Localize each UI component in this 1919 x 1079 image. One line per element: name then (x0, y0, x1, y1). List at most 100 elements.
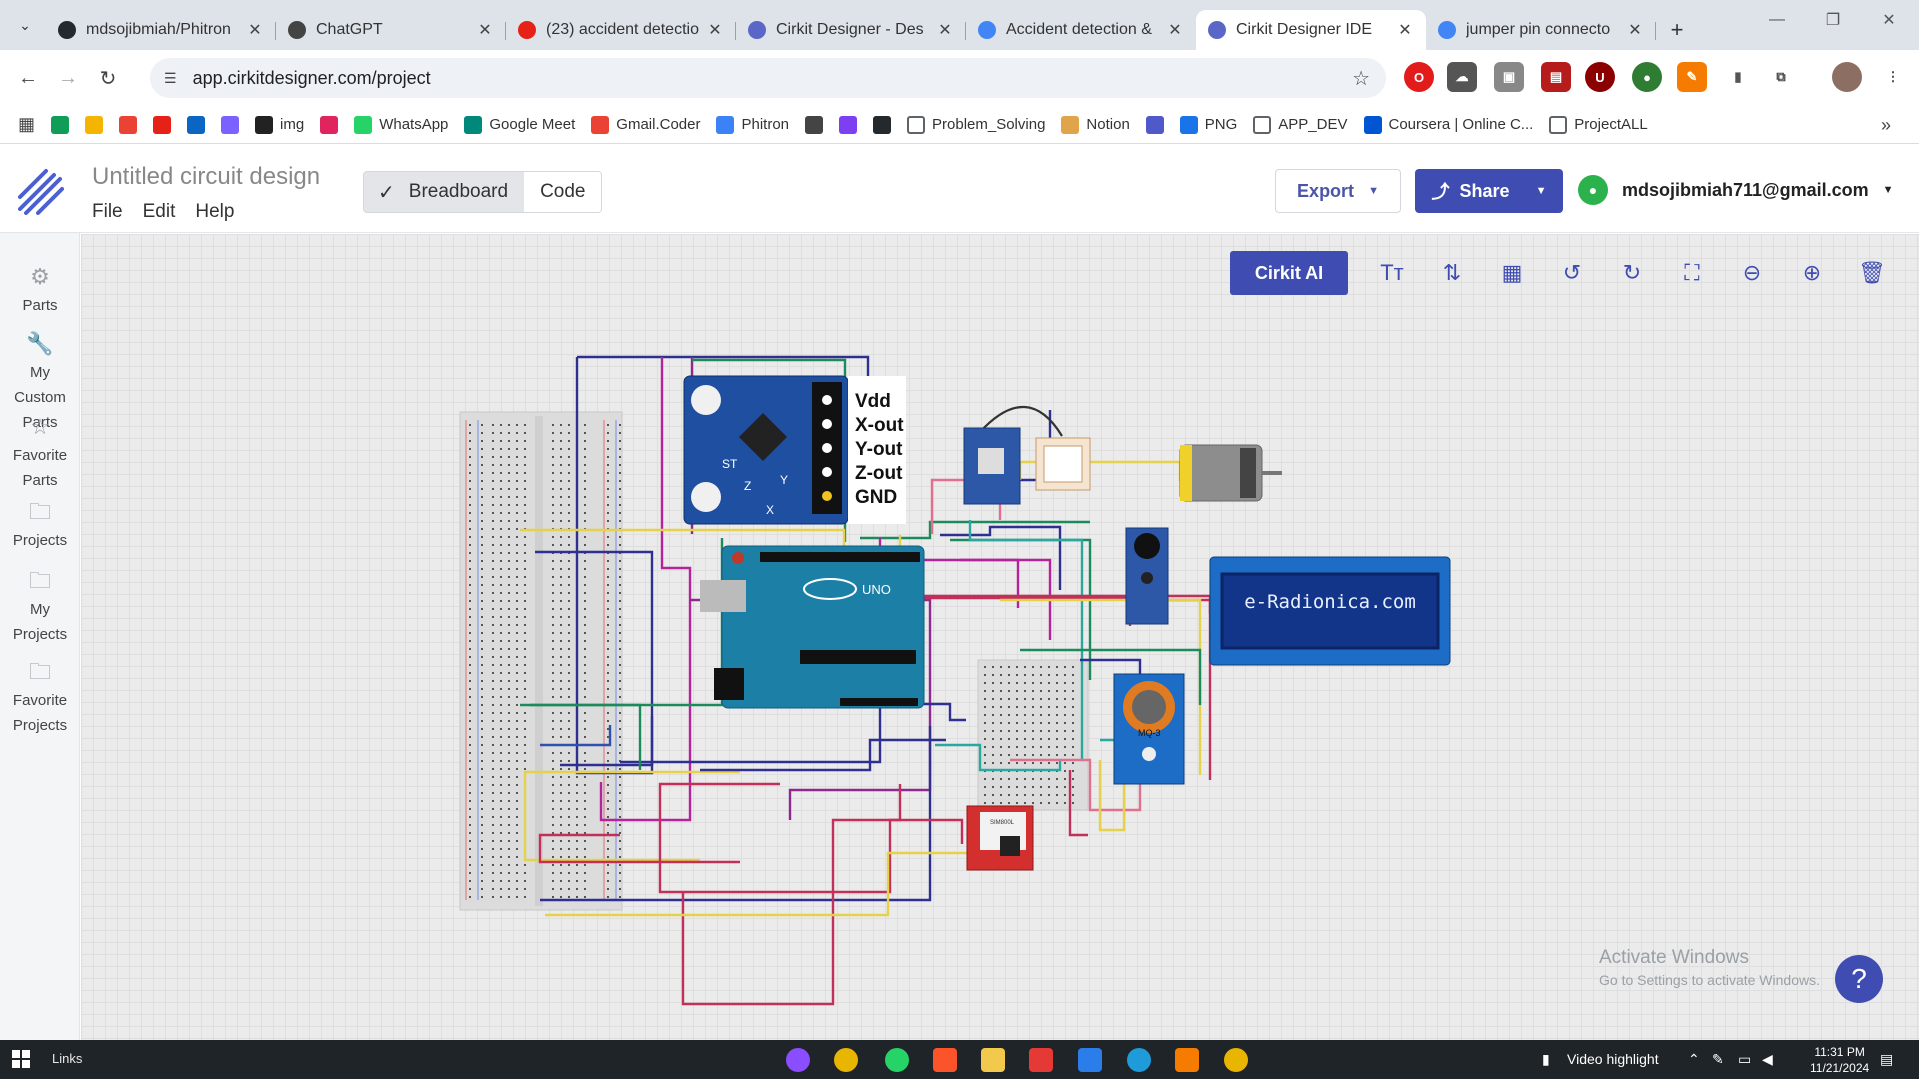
zoom-in-icon[interactable]: ⊕ (1788, 251, 1836, 295)
new-tab-button[interactable]: + (1662, 10, 1692, 50)
tab-close-icon[interactable]: ✕ (1166, 20, 1184, 40)
bookmark-item[interactable]: Notion (1061, 115, 1130, 134)
messenger-icon[interactable] (786, 1048, 810, 1072)
rotate-left-icon[interactable]: ↺ (1548, 251, 1596, 295)
lcd-display[interactable]: e-Radionica.com (1209, 556, 1451, 666)
code-view-button[interactable]: Code (524, 172, 602, 212)
bookmark-item[interactable] (85, 115, 104, 134)
zoom-out-icon[interactable]: ⊖ (1728, 251, 1776, 295)
bookmark-item[interactable]: img (255, 115, 304, 134)
window-close-icon[interactable]: ✕ (1861, 0, 1917, 40)
breadboard-view-button[interactable]: ✓ Breadboard (364, 172, 525, 212)
bookmark-item[interactable] (1145, 115, 1164, 134)
browser-tab[interactable]: Cirkit Designer IDE ✕ (1196, 10, 1426, 50)
browser-tab[interactable]: jumper pin connecto ✕ (1426, 10, 1656, 50)
browser-menu-icon[interactable]: ⋮ (1878, 62, 1908, 92)
accel-pin[interactable] (822, 443, 832, 453)
circuit-canvas[interactable]: ST Z Y X Vdd X-out Y-out Z-out GND UNO e… (81, 234, 1919, 1040)
video-highlight-label[interactable]: Video highlight (1567, 1051, 1659, 1067)
fit-screen-icon[interactable]: ⛶ (1668, 251, 1716, 295)
accel-pin[interactable] (822, 419, 832, 429)
stats-extension-icon[interactable]: ▮ (1723, 62, 1753, 92)
grid-icon[interactable]: ▦ (1488, 251, 1536, 295)
tab-close-icon[interactable]: ✕ (246, 20, 264, 40)
cloud-extension-icon[interactable]: ☁ (1447, 62, 1477, 92)
file-menu[interactable]: File (92, 201, 123, 223)
project-name-input[interactable]: Untitled circuit design (92, 163, 332, 191)
volume-icon[interactable]: ◀ (1762, 1051, 1773, 1068)
restore-icon[interactable]: ❐ (1805, 0, 1861, 40)
forward-icon[interactable]: → (50, 60, 86, 96)
tab-close-icon[interactable]: ✕ (476, 20, 494, 40)
tray-chevron-icon[interactable]: ⌃ (1688, 1051, 1700, 1068)
whatsapp-taskbar-icon[interactable] (885, 1048, 909, 1072)
site-info-icon[interactable]: ☰ (164, 70, 177, 87)
bookmark-item[interactable] (119, 115, 138, 134)
vscode-icon[interactable] (1078, 1048, 1102, 1072)
network-icon[interactable]: ▭ (1738, 1051, 1751, 1068)
cirkit-logo-icon[interactable] (16, 167, 66, 217)
minimize-icon[interactable]: — (1749, 0, 1805, 40)
rotate-right-icon[interactable]: ↻ (1608, 251, 1656, 295)
sidenav-my-projects[interactable]: 🗀 My Projects (0, 567, 80, 647)
more-bookmarks-icon[interactable]: » (1881, 115, 1891, 136)
bookmark-item[interactable]: Phitron (716, 115, 789, 134)
sidenav-favorite-parts[interactable]: ☆ Favorite Parts (0, 413, 80, 493)
extension-icon[interactable]: ▣ (1494, 62, 1524, 92)
delete-icon[interactable]: 🗑 (1848, 251, 1896, 295)
bookmark-item[interactable] (873, 115, 892, 134)
export-button[interactable]: Export ▼ (1275, 169, 1401, 213)
browser-tab[interactable]: (23) accident detectio ✕ (506, 10, 736, 50)
chrome-active-icon[interactable] (1224, 1048, 1248, 1072)
browser-tab[interactable]: ChatGPT ✕ (276, 10, 506, 50)
video-highlight-icon[interactable]: ▮ (1542, 1051, 1550, 1068)
sidenav-favorite-projects[interactable]: 🗀 Favorite Projects (0, 658, 80, 738)
breadboard-small[interactable] (977, 659, 1089, 811)
edge-icon[interactable] (1127, 1048, 1151, 1072)
tab-search-icon[interactable]: ⌄ (12, 12, 38, 38)
share-button[interactable]: ⤴ Share ▼ (1415, 169, 1563, 213)
arduino-uno[interactable]: UNO (700, 545, 925, 709)
share-dropdown-icon[interactable]: ▼ (1536, 185, 1547, 197)
browser-tab[interactable]: Accident detection & ✕ (966, 10, 1196, 50)
color-extension-icon[interactable]: ✎ (1677, 62, 1707, 92)
browser-tab[interactable]: Cirkit Designer - Des ✕ (736, 10, 966, 50)
ublock-icon[interactable]: U (1585, 62, 1615, 92)
tab-close-icon[interactable]: ✕ (936, 20, 954, 40)
sidenav-parts[interactable]: ⚙ Parts (0, 263, 80, 318)
chrome-taskbar-icon[interactable] (834, 1048, 858, 1072)
bookmark-item[interactable] (839, 115, 858, 134)
bookmark-item[interactable]: WhatsApp (354, 115, 448, 134)
globe-extension-icon[interactable]: ● (1632, 62, 1662, 92)
bookmark-item[interactable]: PNG (1179, 115, 1237, 134)
profile-avatar[interactable] (1832, 62, 1862, 92)
bookmark-item[interactable]: APP_DEV (1253, 115, 1348, 134)
bookmark-item[interactable] (51, 115, 70, 134)
tray-app-icon[interactable]: ✎ (1712, 1051, 1724, 1068)
bookmark-item[interactable] (805, 115, 824, 134)
bookmark-item[interactable]: Coursera | Online C... (1363, 115, 1533, 134)
url-bar[interactable]: ☰ app.cirkitdesigner.com/project ☆ (150, 58, 1386, 98)
file-explorer-icon[interactable] (981, 1048, 1005, 1072)
bookmark-item[interactable] (153, 115, 172, 134)
bookmark-star-icon[interactable]: ☆ (1352, 66, 1370, 91)
accel-pin[interactable] (822, 491, 832, 501)
windows-start-icon[interactable] (12, 1050, 30, 1068)
bookmark-item[interactable]: Google Meet (464, 115, 575, 134)
sound-sensor-module[interactable] (1125, 527, 1169, 625)
dc-motor[interactable] (1179, 444, 1282, 502)
edit-menu[interactable]: Edit (143, 201, 176, 223)
system-clock[interactable]: 11:31 PM 11/21/2024 (1810, 1044, 1869, 1076)
bookmark-item[interactable] (221, 115, 240, 134)
reload-icon[interactable]: ↻ (90, 60, 126, 96)
back-icon[interactable]: ← (10, 60, 46, 96)
account-menu[interactable]: ● mdsojibmiah711@gmail.com ▼ (1578, 175, 1894, 205)
tab-close-icon[interactable]: ✕ (1626, 20, 1644, 40)
bookmark-item[interactable] (320, 115, 339, 134)
bookmark-item[interactable] (187, 115, 206, 134)
puzzle-icon[interactable]: ⧉ (1766, 62, 1796, 92)
brave-icon[interactable] (933, 1048, 957, 1072)
notification-icon[interactable]: ▤ (1880, 1051, 1893, 1068)
bookmark-item[interactable]: ProjectALL (1549, 115, 1648, 134)
accelerometer-module[interactable]: ST Z Y X Vdd X-out Y-out Z-out GND (683, 375, 906, 525)
